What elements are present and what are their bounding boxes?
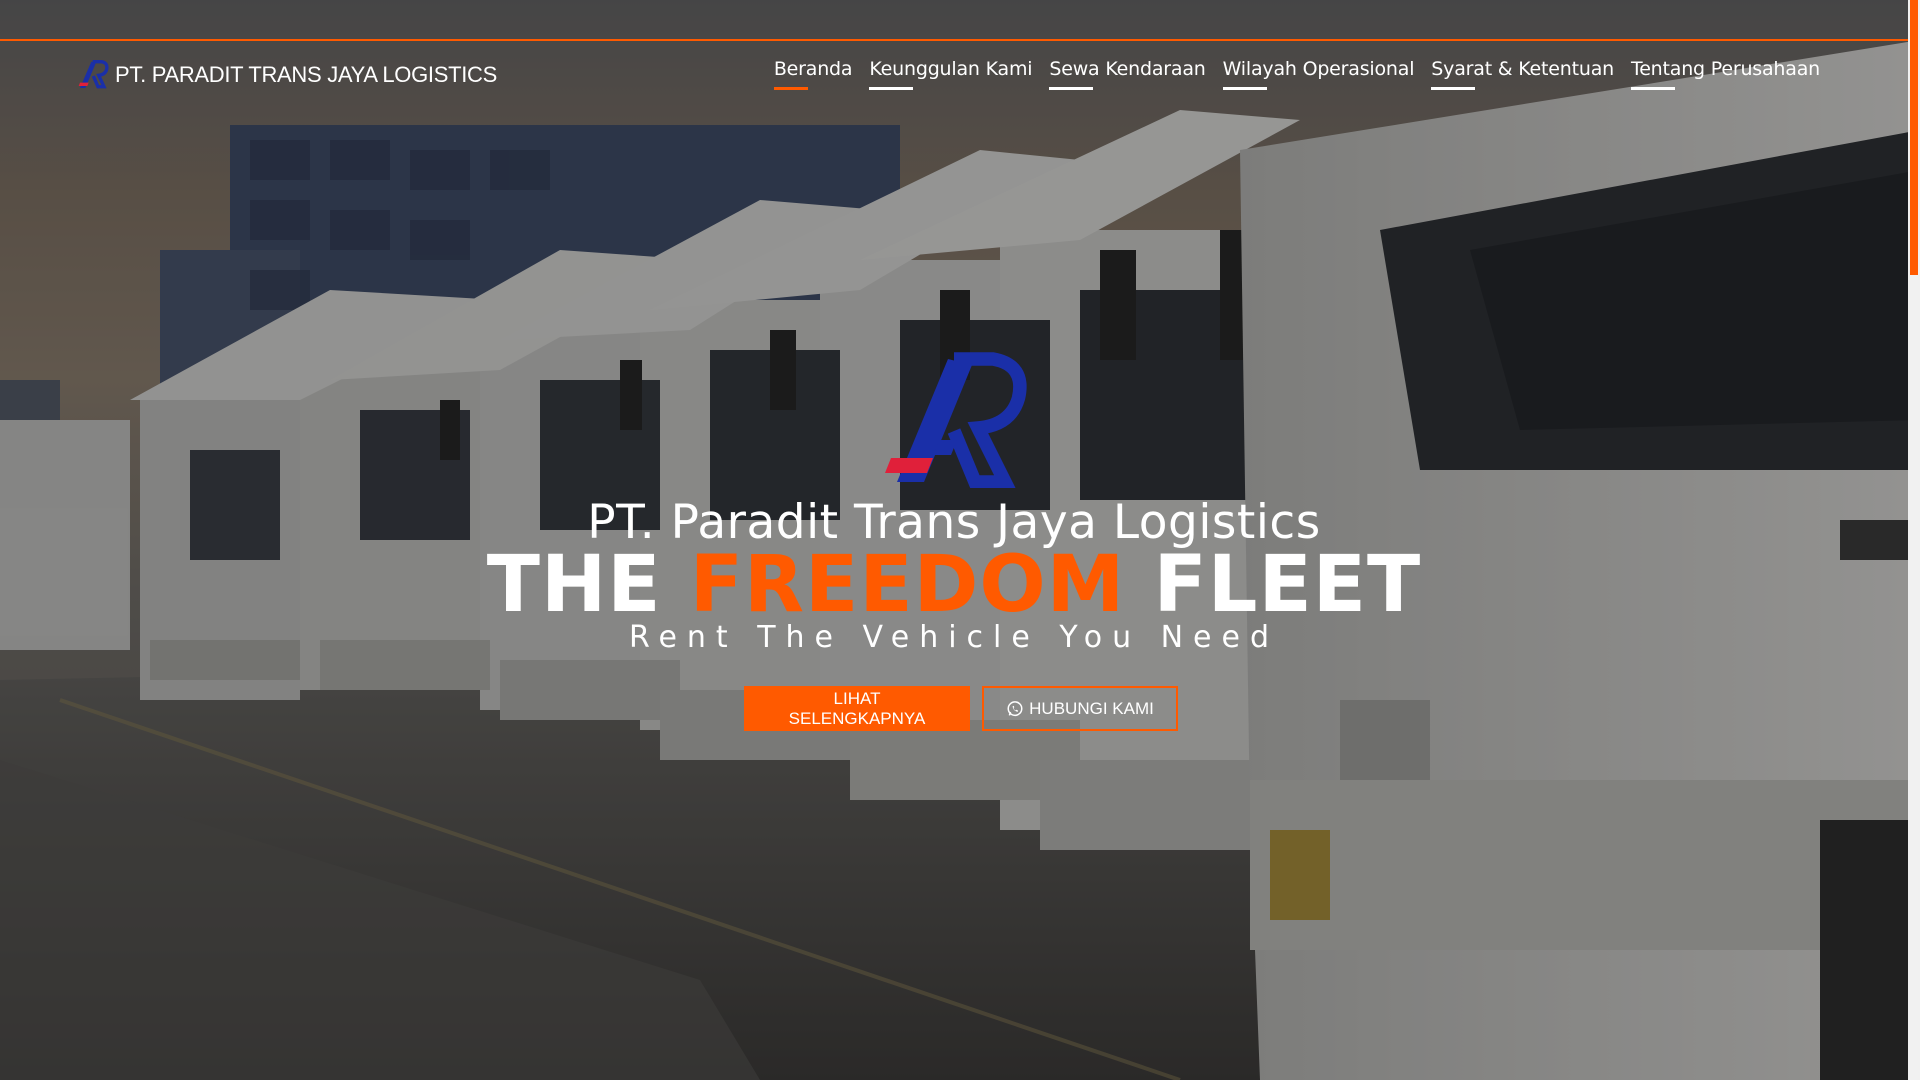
nav-item-label: Tentang Perusahaan <box>1631 58 1820 80</box>
brand-name: PT. PARADIT TRANS JAYA LOGISTICS <box>115 62 498 87</box>
nav-item-tentang-perusahaan[interactable]: Tentang Perusahaan <box>1631 52 1820 98</box>
nav-underline <box>1431 87 1476 90</box>
nav-item-syarat-ketentuan[interactable]: Syarat & Ketentuan <box>1431 52 1614 98</box>
whatsapp-icon <box>1007 700 1023 716</box>
nav-item-beranda[interactable]: Beranda <box>773 52 853 98</box>
hero-section: PT. Paradit Trans Jaya Logistics THE FRE… <box>0 350 1908 731</box>
top-accent-line <box>0 39 1908 41</box>
nav-underline <box>1631 87 1676 90</box>
nav-item-wilayah-operasional[interactable]: Wilayah Operasional <box>1222 52 1415 98</box>
site-header: PT. PARADIT TRANS JAYA LOGISTICS Beranda… <box>75 52 1820 98</box>
nav-item-label: Syarat & Ketentuan <box>1431 58 1615 80</box>
brand-logo-icon <box>78 60 109 89</box>
hubungi-kami-label: HUBUNGI KAMI <box>1029 698 1154 718</box>
brand-link[interactable]: PT. PARADIT TRANS JAYA LOGISTICS <box>75 60 497 90</box>
nav-underline <box>869 87 914 90</box>
nav-active-underline <box>773 87 808 90</box>
page-scrollbar[interactable] <box>1908 0 1920 1080</box>
hero-tagline: Rent The Vehicle You Need <box>628 620 1280 655</box>
scrollbar-thumb[interactable] <box>1910 0 1918 275</box>
hubungi-kami-button[interactable]: HUBUNGI KAMI <box>982 686 1178 731</box>
hero-title-part1: THE <box>486 540 662 630</box>
hero-title-part2: FLEET <box>1153 540 1422 630</box>
nav-underline <box>1049 87 1094 90</box>
lihat-selengkapnya-button[interactable]: LIHAT SELENGKAPNYA <box>744 686 970 731</box>
nav-underline <box>1222 87 1267 90</box>
hero-logo-icon <box>885 352 1027 488</box>
hero-title-accent: FREEDOM <box>689 540 1126 630</box>
main-navigation: Beranda Keunggulan Kami Sewa Kendaraan W… <box>773 52 1820 98</box>
nav-item-sewa-kendaraan[interactable]: Sewa Kendaraan <box>1049 52 1206 98</box>
nav-item-keunggulan-kami[interactable]: Keunggulan Kami <box>869 52 1033 98</box>
hero-actions: LIHAT SELENGKAPNYA HUBUNGI KAMI <box>0 686 1908 731</box>
nav-item-label: Beranda <box>773 58 853 80</box>
nav-item-label: Sewa Kendaraan <box>1049 58 1206 80</box>
lihat-selengkapnya-label: LIHAT SELENGKAPNYA <box>788 688 926 728</box>
nav-item-label: Keunggulan Kami <box>869 58 1033 80</box>
nav-item-label: Wilayah Operasional <box>1222 58 1415 80</box>
landing-page: PT. PARADIT TRANS JAYA LOGISTICS Beranda… <box>0 0 1920 1080</box>
hero-title: THE FREEDOM FLEET <box>0 544 1908 626</box>
